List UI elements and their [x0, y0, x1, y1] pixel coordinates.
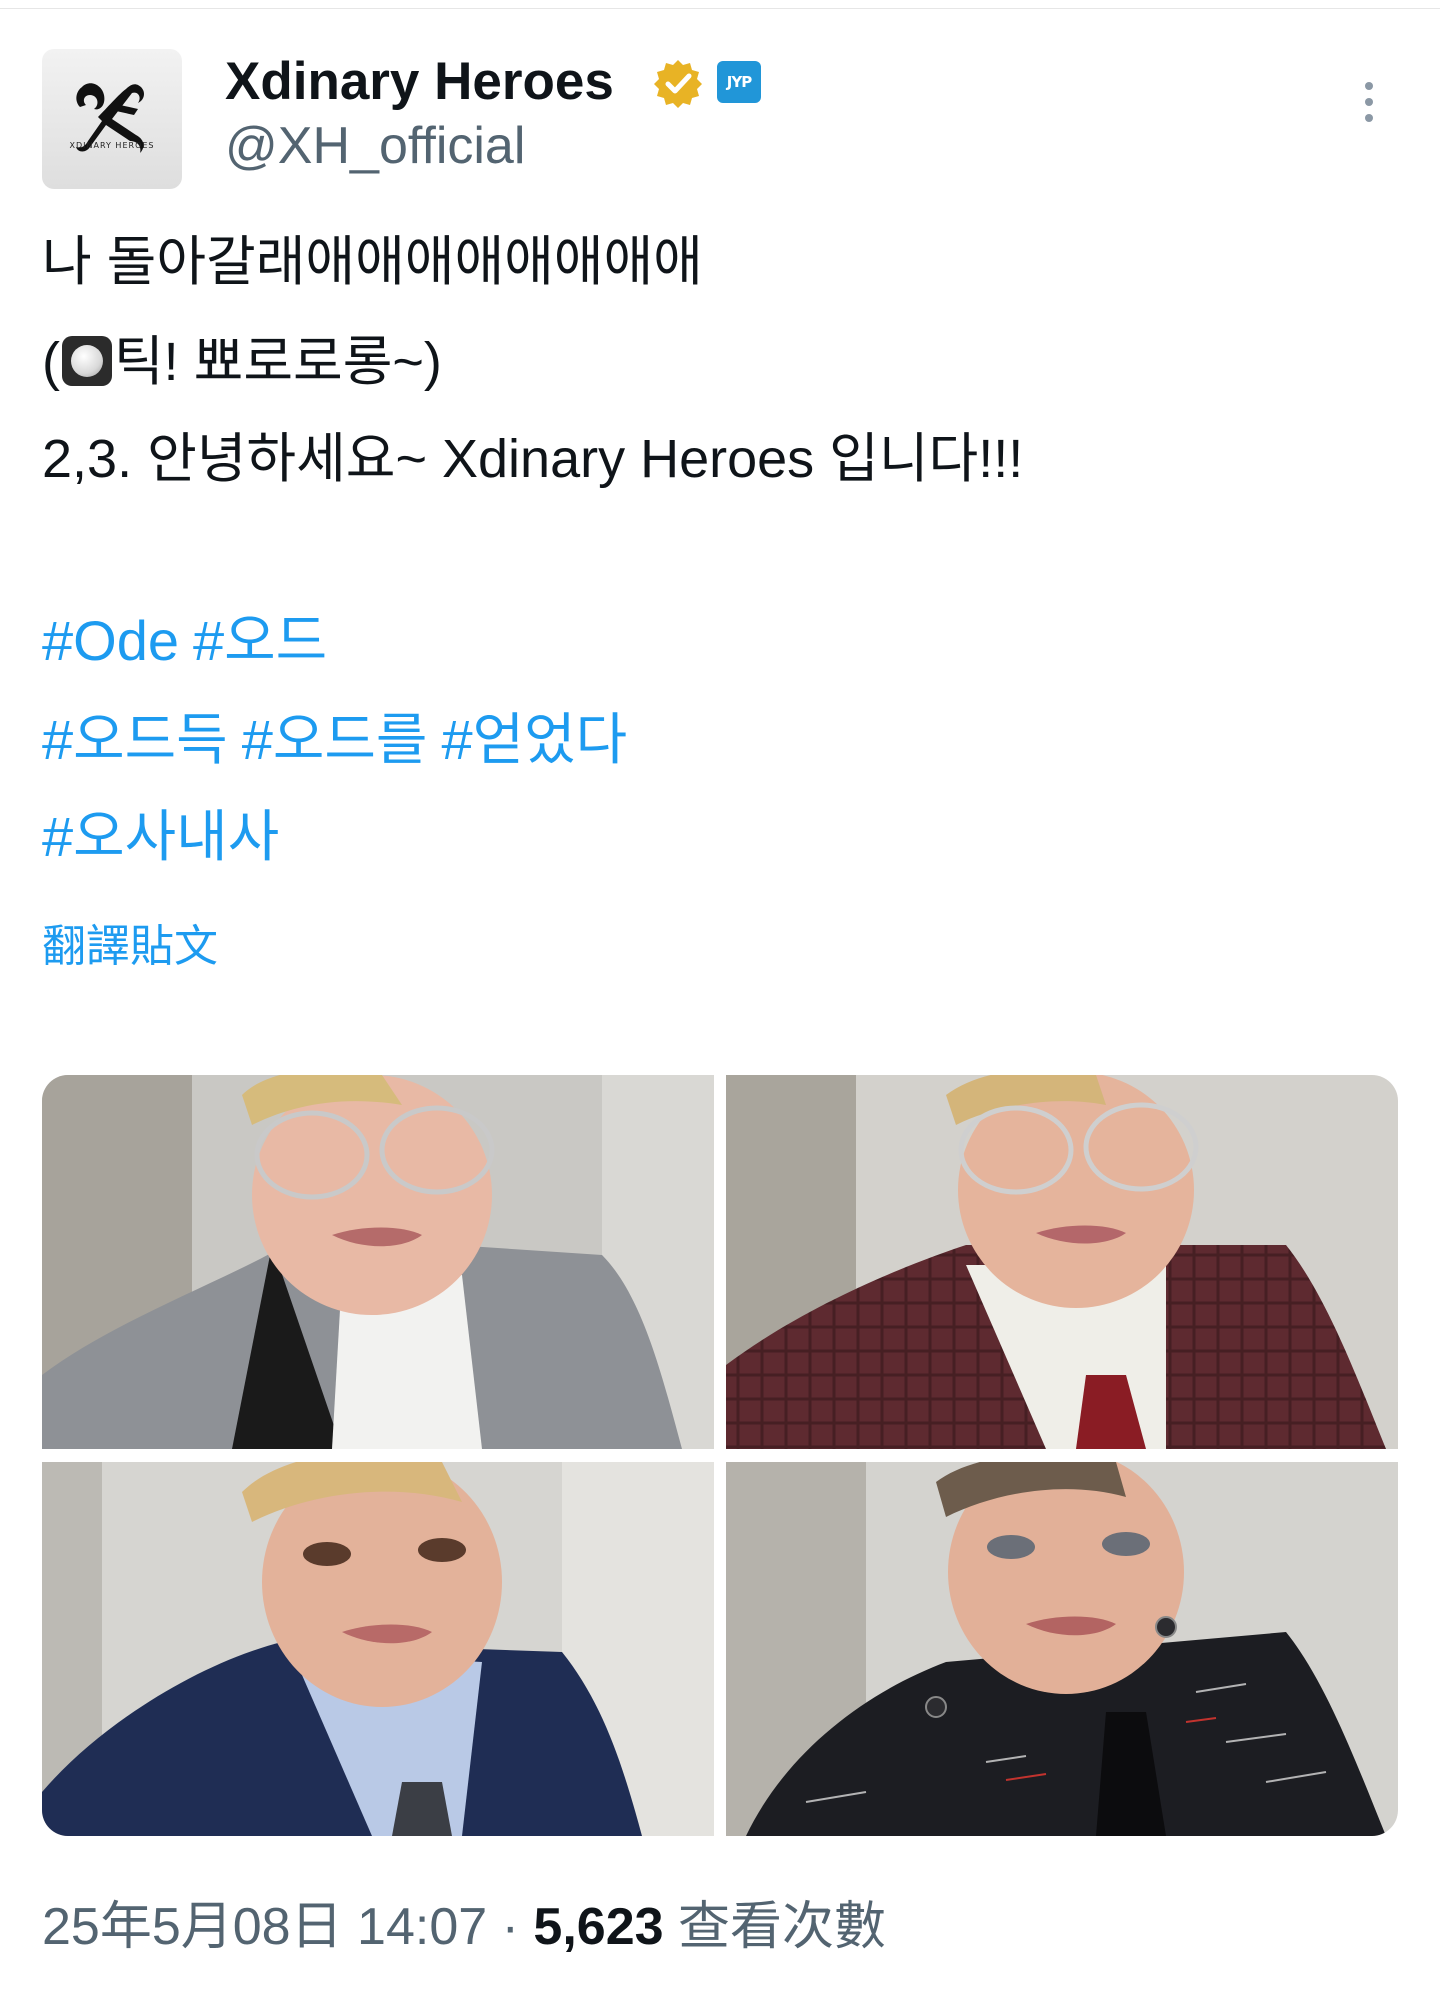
photo-3[interactable]: [42, 1462, 714, 1836]
hashtag-link[interactable]: #오사내사: [42, 805, 279, 868]
xh-logo-icon: [76, 83, 144, 153]
tweet-text-line-1: 나 돌아갈래애애애애애애애애: [42, 232, 703, 292]
author-display-name[interactable]: Xdinary Heroes: [225, 52, 614, 112]
views-label: 查看次數: [663, 1898, 886, 1956]
hashtag-link[interactable]: #얻었다: [441, 708, 627, 771]
photo-3-image: [42, 1462, 714, 1836]
photo-2-image: [726, 1075, 1398, 1449]
avatar-logo-text: XDINARY HEROES: [69, 141, 155, 150]
hashtag-row: #오드득 #오드를 #얻었다: [42, 707, 641, 773]
hashtag-link[interactable]: #오드: [193, 609, 327, 672]
top-divider: [0, 0, 1440, 9]
hashtag-link[interactable]: #오드를: [242, 708, 428, 771]
media-grid: [42, 1075, 1398, 1836]
hashtag-link[interactable]: #Ode: [42, 609, 179, 672]
separator-dot: ·: [487, 1898, 534, 1956]
photo-1[interactable]: [42, 1075, 714, 1449]
tweet-text-line-2-rest: 틱! 뾰로로롱~): [113, 332, 442, 392]
translate-post-link[interactable]: 翻譯貼文: [42, 922, 218, 972]
tweet-text-open-paren: (: [42, 332, 60, 392]
photo-4[interactable]: [726, 1462, 1398, 1836]
verified-icon: [654, 60, 702, 108]
tweet-text-line-3: 2,3. 안녕하세요~ Xdinary Heroes 입니다!!!: [42, 429, 1024, 489]
photo-2[interactable]: [726, 1075, 1398, 1449]
hashtag-row: #오사내사: [42, 804, 293, 870]
tweet-text-line-2: ( 틱! 뾰로로롱~): [42, 330, 442, 394]
more-options-icon[interactable]: [1362, 82, 1376, 128]
timestamp-row: 25年5月08日 14:07 · 5,623 查看次數: [42, 1896, 886, 1958]
hashtag-link[interactable]: #오드득: [42, 708, 228, 771]
org-badge: JYP: [717, 61, 761, 103]
photo-1-image: [42, 1075, 714, 1449]
post-timestamp[interactable]: 25年5月08日 14:07: [42, 1898, 487, 1956]
hashtag-row: #Ode #오드: [42, 608, 341, 674]
author-handle[interactable]: @XH_official: [225, 116, 525, 176]
photo-4-image: [726, 1462, 1398, 1836]
avatar[interactable]: XDINARY HEROES: [42, 49, 182, 189]
radio-button-emoji: [61, 336, 112, 386]
views-count: 5,623: [533, 1898, 664, 1956]
